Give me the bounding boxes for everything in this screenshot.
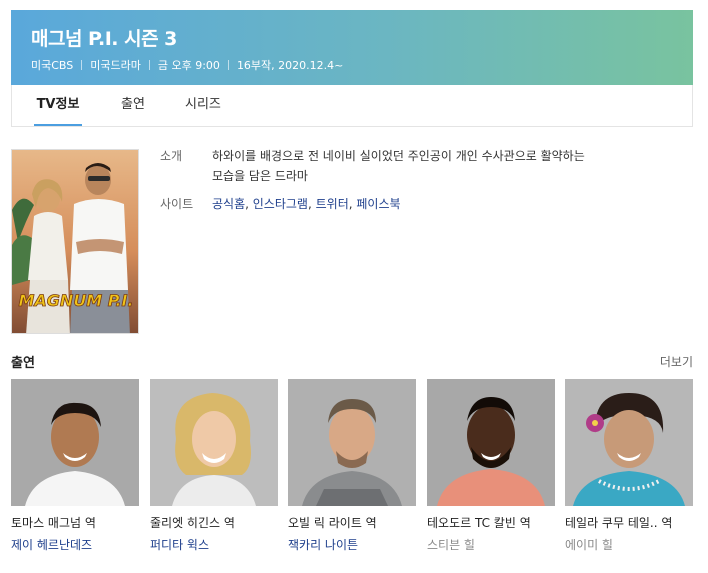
cast-list: 토마스 매그넘 역 제이 헤르난데즈 줄리엣 히긴스 역 퍼디타 윅스 오빌 릭… [11, 379, 693, 559]
cast-card: 테오도르 TC 칼빈 역 스티븐 힐 [427, 379, 555, 554]
cast-photo[interactable] [565, 379, 693, 506]
cast-photo[interactable] [288, 379, 416, 506]
cast-photo-image [565, 379, 693, 506]
synopsis-text: 하와이를 배경으로 전 네이비 실이었던 주인공이 개인 수사관으로 활약하는 … [212, 146, 585, 186]
more-button[interactable]: 더보기 [660, 353, 693, 370]
cast-role: 오빌 릭 라이트 역 [288, 516, 377, 530]
episodes-and-date: 16부작, 2020.12.4~ [236, 59, 344, 72]
genre: 미국드라마 [90, 59, 141, 72]
cast-section-header: 출연 더보기 [11, 352, 693, 372]
cast-actor-link[interactable]: 퍼디타 윅스 [150, 536, 278, 554]
cast-photo-image [427, 379, 555, 506]
meta-divider [148, 60, 150, 70]
cast-card: 토마스 매그넘 역 제이 헤르난데즈 [11, 379, 139, 554]
cast-role: 테일라 쿠무 테일.. 역 [565, 516, 673, 530]
site-link-twitter[interactable]: 트위터 [316, 197, 349, 211]
network: 미국CBS [31, 59, 74, 72]
meta-divider [81, 60, 83, 70]
cast-photo-image [150, 379, 278, 506]
synopsis-line: 하와이를 배경으로 전 네이비 실이었던 주인공이 개인 수사관으로 활약하는 [212, 149, 585, 163]
cast-photo[interactable] [150, 379, 278, 506]
synopsis-row: 소개 하와이를 배경으로 전 네이비 실이었던 주인공이 개인 수사관으로 활약… [160, 146, 680, 186]
site-link-facebook[interactable]: 페이스북 [356, 197, 400, 211]
show-meta: 미국CBS 미국드라마 금 오후 9:00 16부작, 2020.12.4~ [31, 57, 343, 73]
site-link-instagram[interactable]: 인스타그램 [253, 197, 308, 211]
site-label: 사이트 [160, 197, 194, 211]
cast-actor-link[interactable]: 잭카리 나이튼 [288, 536, 416, 554]
show-info: 소개 하와이를 배경으로 전 네이비 실이었던 주인공이 개인 수사관으로 활약… [160, 146, 680, 222]
cast-photo-image [11, 379, 139, 506]
site-links: 공식홈, 인스타그램, 트위터, 페이스북 [212, 197, 401, 211]
tab-bar: TV정보 출연 시리즈 [11, 85, 693, 127]
site-link-official[interactable]: 공식홈 [212, 197, 245, 211]
cast-actor-link[interactable]: 스티븐 힐 [427, 536, 555, 554]
poster-logo: MAGNUM P.I. [18, 291, 133, 310]
tab-cast[interactable]: 출연 [121, 85, 145, 126]
cast-photo[interactable] [11, 379, 139, 506]
cast-actor-link[interactable]: 에이미 힐 [565, 536, 693, 554]
cast-role: 토마스 매그넘 역 [11, 516, 96, 530]
tab-tv-info[interactable]: TV정보 [34, 85, 82, 126]
cast-photo[interactable] [427, 379, 555, 506]
cast-section-title: 출연 [11, 356, 35, 371]
synopsis-line: 모습을 담은 드라마 [212, 169, 308, 183]
poster-image: MAGNUM P.I. [12, 150, 138, 333]
cast-photo-image [288, 379, 416, 506]
cast-card: 테일라 쿠무 테일.. 역 에이미 힐 [565, 379, 693, 554]
cast-role: 줄리엣 히긴스 역 [150, 516, 235, 530]
synopsis-label: 소개 [160, 149, 183, 163]
show-header-banner: 매그넘 P.I. 시즌 3 미국CBS 미국드라마 금 오후 9:00 16부작… [11, 10, 693, 85]
cast-card: 줄리엣 히긴스 역 퍼디타 윅스 [150, 379, 278, 554]
show-poster[interactable]: MAGNUM P.I. [11, 149, 139, 334]
site-row: 사이트 공식홈, 인스타그램, 트위터, 페이스북 [160, 194, 680, 214]
cast-card: 오빌 릭 라이트 역 잭카리 나이튼 [288, 379, 416, 554]
show-title[interactable]: 매그넘 P.I. 시즌 3 [31, 24, 177, 51]
cast-role: 테오도르 TC 칼빈 역 [427, 516, 531, 530]
tab-series[interactable]: 시리즈 [185, 85, 221, 126]
cast-actor-link[interactable]: 제이 헤르난데즈 [11, 536, 139, 554]
meta-divider [227, 60, 229, 70]
airtime: 금 오후 9:00 [157, 59, 220, 72]
